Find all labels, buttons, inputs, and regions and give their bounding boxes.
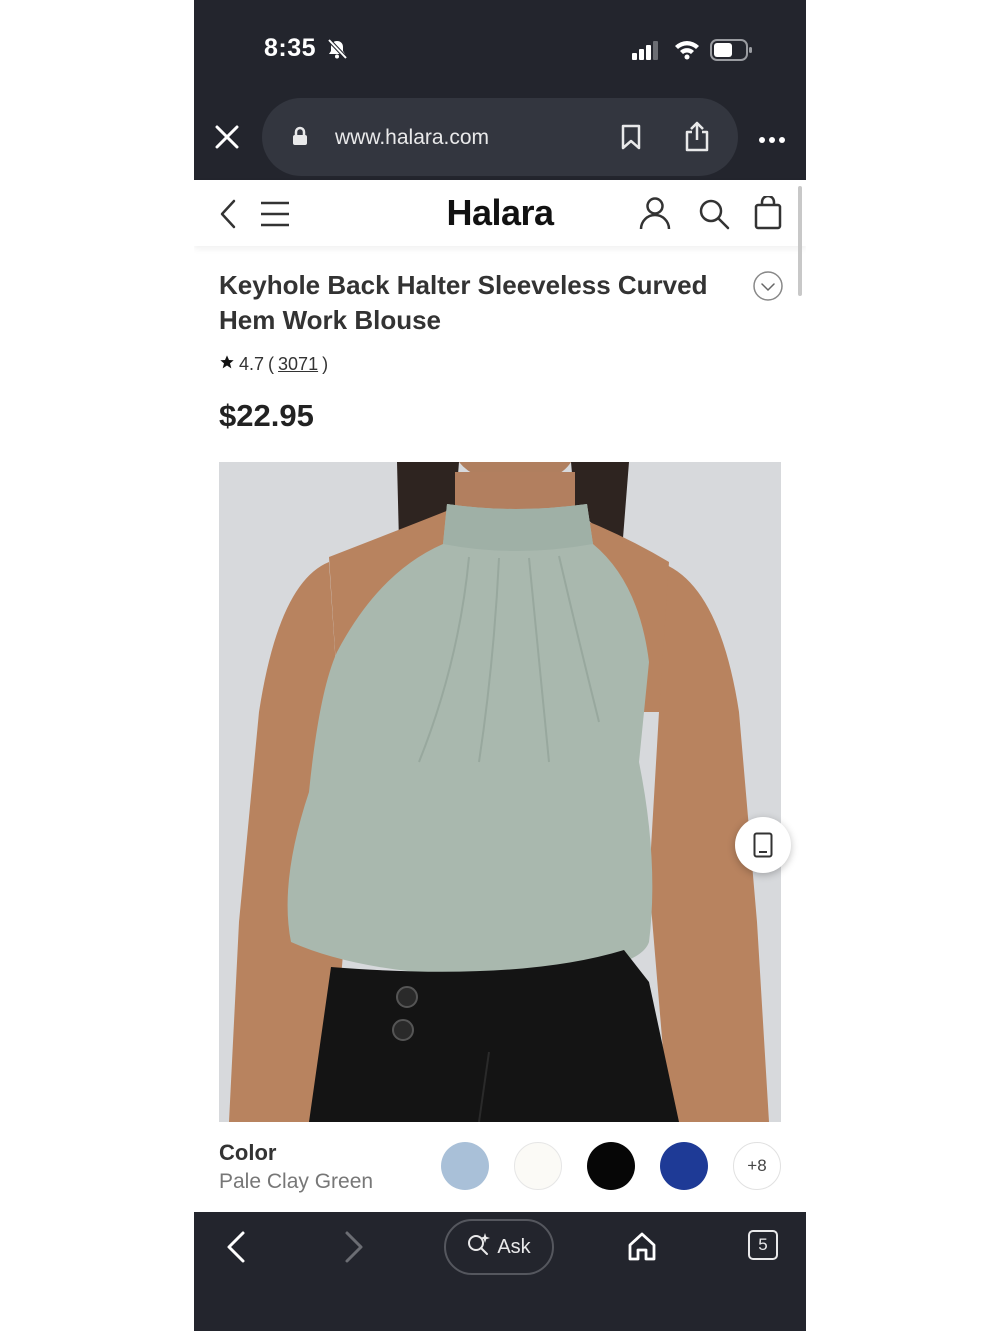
- ask-search-sparkle-icon: [467, 1232, 491, 1262]
- star-icon: [219, 354, 235, 375]
- share-icon[interactable]: [684, 120, 710, 157]
- color-swatch-light-blue[interactable]: [441, 1142, 489, 1190]
- product-title: Keyhole Back Halter Sleeveless Curved He…: [219, 270, 708, 335]
- product-image[interactable]: [219, 462, 781, 1122]
- close-tab-icon[interactable]: [212, 122, 242, 152]
- product-rating: 4.7 ( 3071 ): [219, 354, 328, 375]
- rating-value: 4.7: [239, 354, 265, 374]
- color-swatch-ivory[interactable]: [514, 1142, 562, 1190]
- bell-muted-icon: [326, 38, 348, 65]
- battery-icon: [710, 38, 754, 67]
- site-header: Halara: [194, 180, 806, 246]
- ask-button[interactable]: Ask: [444, 1219, 554, 1275]
- lock-icon: [292, 126, 308, 151]
- search-icon[interactable]: [698, 198, 730, 235]
- address-bar[interactable]: www.halara.com: [262, 98, 738, 176]
- color-selector: Color Pale Clay Green +8: [194, 1122, 806, 1212]
- browser-bottom-bar: Ask 5: [194, 1212, 806, 1331]
- color-label: Color: [219, 1140, 277, 1165]
- phone-screen: 8:35 www.halara.com Halara Keyhole Back …: [194, 0, 806, 1331]
- cellular-signal-icon: [632, 40, 662, 65]
- wifi-icon: [674, 38, 700, 65]
- nav-back-icon[interactable]: [224, 1230, 248, 1269]
- shopping-bag-icon[interactable]: [754, 194, 782, 235]
- home-icon[interactable]: [626, 1230, 658, 1267]
- product-price: $22.95: [219, 398, 314, 433]
- url-text: www.halara.com: [335, 126, 490, 149]
- page-scrollbar[interactable]: [798, 186, 802, 296]
- ask-label: Ask: [497, 1235, 531, 1258]
- status-bar: 8:35: [194, 0, 806, 100]
- device-icon: [753, 832, 773, 863]
- color-swatch-black[interactable]: [587, 1142, 635, 1190]
- bookmark-icon[interactable]: [620, 124, 642, 155]
- selected-color-name: Pale Clay Green: [219, 1170, 374, 1193]
- browser-toolbar: www.halara.com: [194, 96, 806, 180]
- nav-forward-icon[interactable]: [342, 1230, 366, 1269]
- more-colors-button[interactable]: +8: [733, 1142, 781, 1190]
- chevron-down-icon[interactable]: [752, 270, 784, 307]
- review-count-link[interactable]: 3071: [278, 354, 318, 375]
- account-icon[interactable]: [638, 196, 672, 235]
- rating-open-paren: (: [268, 354, 275, 374]
- more-options-icon[interactable]: [758, 132, 786, 150]
- rating-close-paren: ): [322, 354, 329, 374]
- tabs-count-button[interactable]: 5: [748, 1230, 778, 1260]
- status-time: 8:35: [264, 34, 317, 62]
- floating-widget-button[interactable]: [735, 817, 791, 873]
- color-swatch-royal-blue[interactable]: [660, 1142, 708, 1190]
